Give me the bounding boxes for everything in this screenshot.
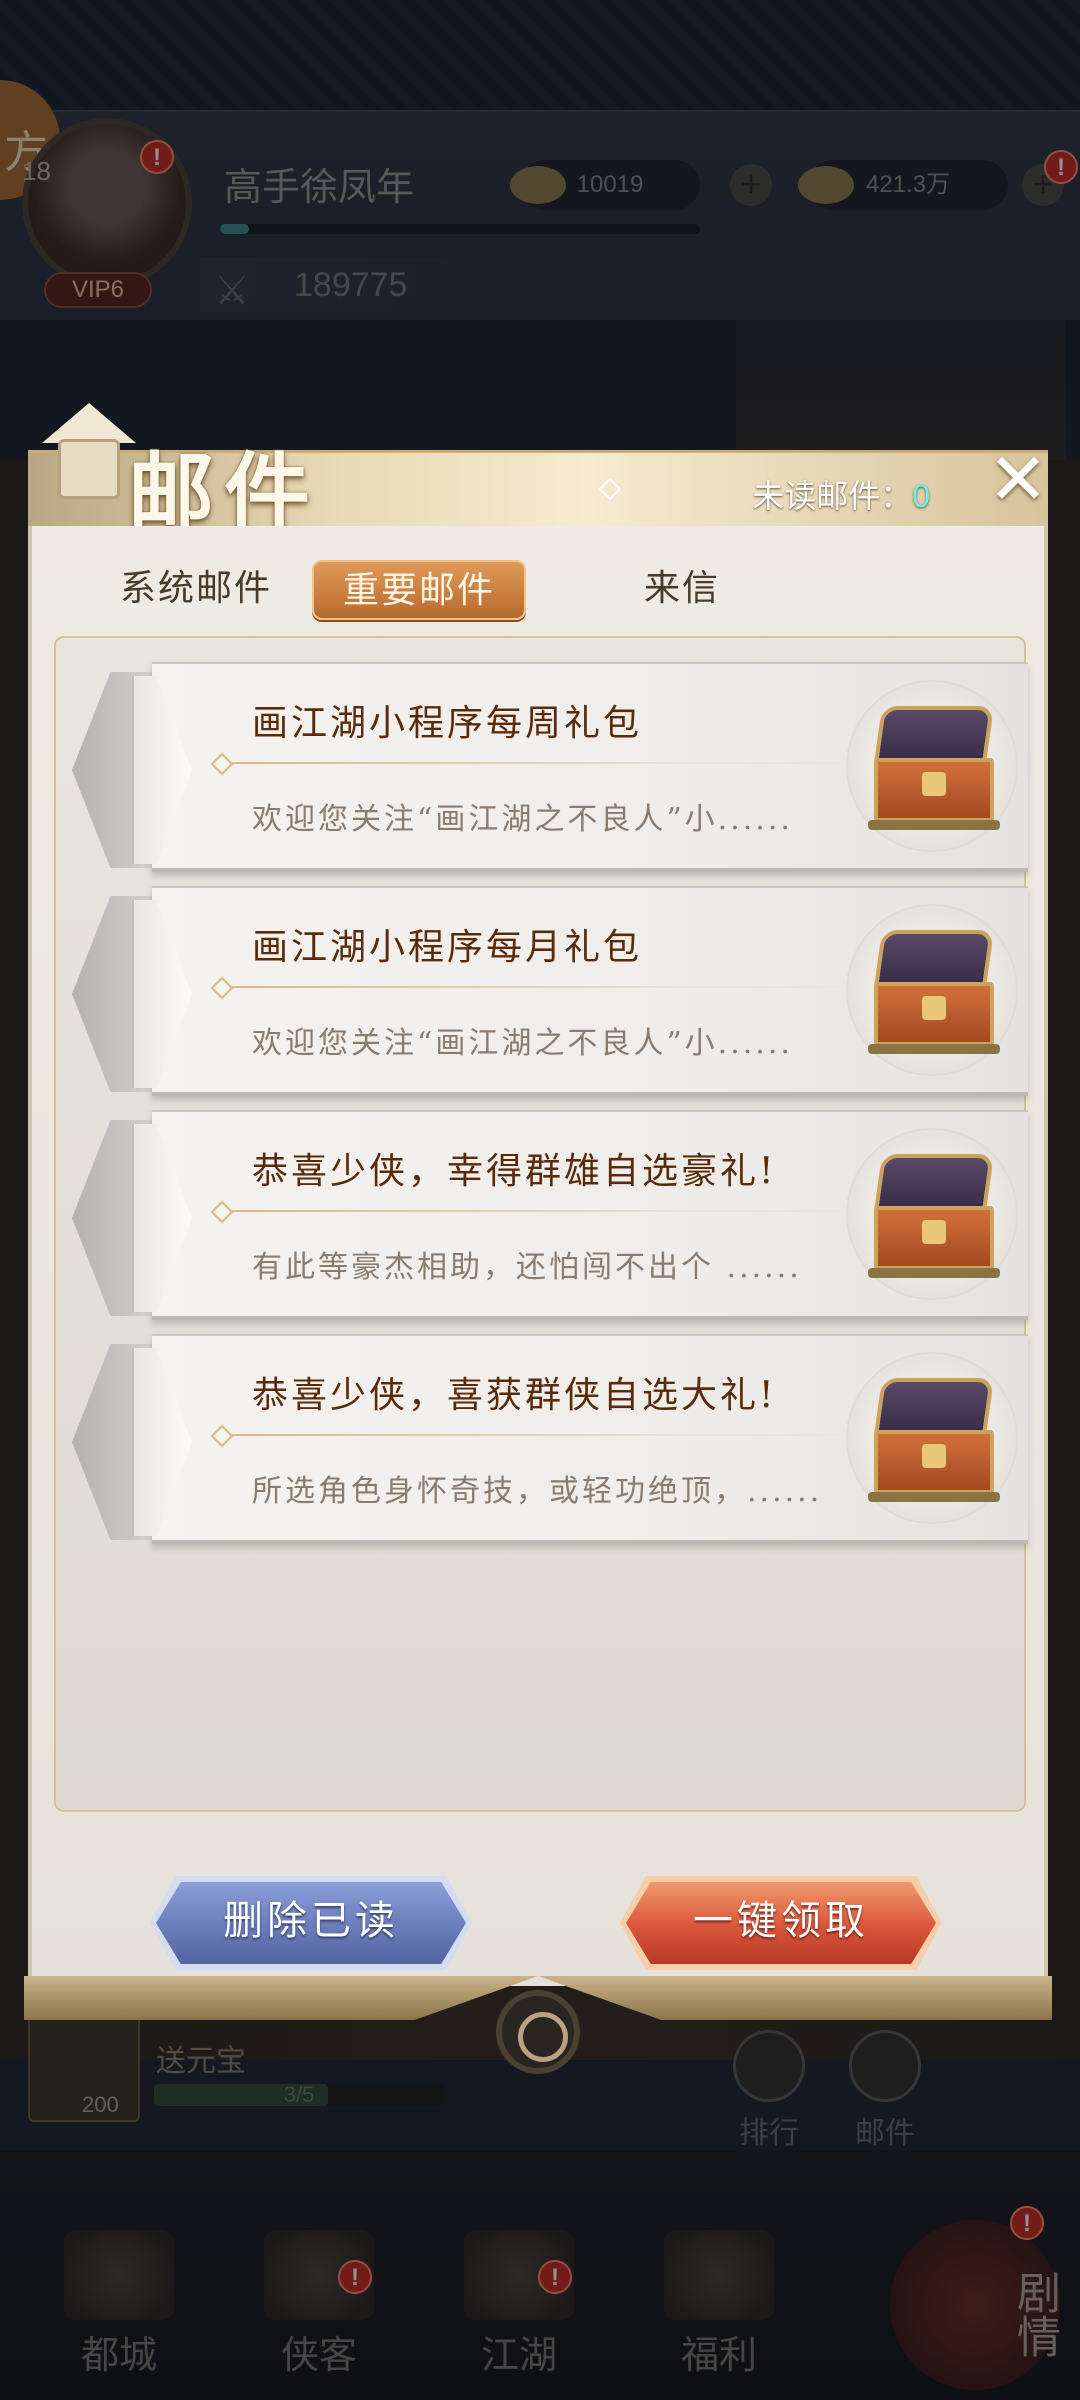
tab-important-mail[interactable]: 重要邮件 bbox=[312, 560, 526, 620]
claim-all-button[interactable]: 一键领取 bbox=[626, 1882, 936, 1964]
mail-preview: 有此等豪杰相助，还怕闯不出个 ...... bbox=[252, 1250, 802, 1285]
tab-letters[interactable]: 来信 bbox=[612, 560, 752, 620]
unread-mail-counter: 未读邮件：0 bbox=[752, 471, 930, 517]
unread-count: 0 bbox=[912, 478, 930, 514]
scroll-knob-icon bbox=[496, 1990, 580, 2074]
mail-item[interactable]: 恭喜少侠，幸得群雄自选豪礼! 有此等豪杰相助，还怕闯不出个 ...... bbox=[72, 1110, 1028, 1320]
treasure-chest-icon bbox=[846, 904, 1018, 1076]
treasure-chest-icon bbox=[846, 1128, 1018, 1300]
mail-item[interactable]: 画江湖小程序每周礼包 欢迎您关注“画江湖之不良人”小...... bbox=[72, 662, 1028, 872]
unread-label: 未读邮件： bbox=[752, 477, 913, 515]
delete-read-button[interactable]: 删除已读 bbox=[156, 1882, 466, 1964]
mail-divider bbox=[222, 986, 862, 988]
close-icon[interactable]: ✕ bbox=[982, 443, 1054, 519]
mail-preview: 欢迎您关注“画江湖之不良人”小...... bbox=[252, 1026, 793, 1061]
mail-item[interactable]: 恭喜少侠，喜获群侠自选大礼! 所选角色身怀奇技，或轻功绝顶，...... bbox=[72, 1334, 1028, 1544]
treasure-chest-icon bbox=[846, 680, 1018, 852]
mail-preview: 欢迎您关注“画江湖之不良人”小...... bbox=[252, 802, 793, 837]
mail-tabs: 系统邮件 重要邮件 来信 bbox=[32, 526, 1044, 636]
mail-divider bbox=[222, 1434, 862, 1436]
treasure-chest-icon bbox=[846, 1352, 1018, 1524]
mail-list[interactable]: 画江湖小程序每周礼包 欢迎您关注“画江湖之不良人”小...... 画江湖小程序每… bbox=[54, 636, 1028, 1812]
dialog-body: 系统邮件 重要邮件 来信 画江湖小程序每周礼包 欢迎您关注“画江湖之不良人”小.… bbox=[28, 526, 1048, 1986]
mail-item[interactable]: 画江湖小程序每月礼包 欢迎您关注“画江湖之不良人”小...... bbox=[72, 886, 1028, 1096]
mail-title: 画江湖小程序每周礼包 bbox=[252, 703, 643, 744]
mail-title: 恭喜少侠，喜获群侠自选大礼! bbox=[252, 1375, 777, 1416]
mail-title: 恭喜少侠，幸得群雄自选豪礼! bbox=[252, 1151, 777, 1192]
mail-dialog: 邮件 未读邮件：0 ✕ 系统邮件 重要邮件 来信 画江湖小程序每周礼包 欢迎您关… bbox=[24, 403, 1052, 2074]
mail-title: 画江湖小程序每月礼包 bbox=[252, 927, 643, 968]
diamond-ornament-icon bbox=[598, 477, 622, 501]
mail-divider bbox=[222, 1210, 862, 1212]
dialog-header: 邮件 未读邮件：0 ✕ bbox=[28, 403, 1048, 544]
mail-divider bbox=[222, 762, 862, 764]
tab-system-mail[interactable]: 系统邮件 bbox=[86, 560, 306, 620]
mail-preview: 所选角色身怀奇技，或轻功绝顶，...... bbox=[252, 1474, 823, 1509]
